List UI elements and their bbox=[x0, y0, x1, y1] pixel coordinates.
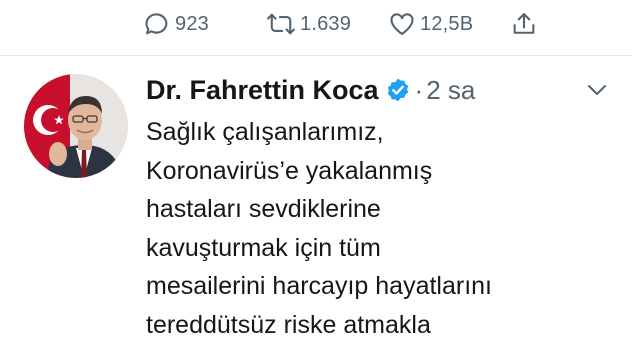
tweet-divider bbox=[0, 55, 632, 56]
like-count: 12,5B bbox=[420, 12, 474, 35]
chevron-down-icon bbox=[584, 85, 610, 104]
tweet-timestamp[interactable]: 2 sa bbox=[426, 75, 475, 106]
tweet-action-bar: 923 1.639 12,5B bbox=[0, 0, 632, 50]
avatar[interactable] bbox=[24, 74, 128, 178]
header-separator: · bbox=[414, 74, 424, 105]
tweet-text-line: Sağlık çalışanlarımız, bbox=[146, 118, 384, 146]
reply-button[interactable]: 923 bbox=[143, 8, 209, 40]
tweet-text: Sağlık çalışanlarımız, Koronavirüs’e yak… bbox=[146, 113, 626, 344]
tweet-menu-button[interactable] bbox=[584, 80, 610, 100]
like-button[interactable]: 12,5B bbox=[388, 8, 473, 40]
retweet-icon bbox=[266, 10, 296, 38]
retweet-button[interactable]: 1.639 bbox=[266, 8, 351, 40]
verified-badge-icon bbox=[385, 77, 411, 103]
author-name[interactable]: Dr. Fahrettin Koca bbox=[146, 75, 379, 106]
retweet-count: 1.639 bbox=[300, 12, 352, 35]
tweet-text-line: mesailerini harcayıp hayatlarını bbox=[146, 272, 492, 300]
tweet-header: Dr. Fahrettin Koca · 2 sa bbox=[146, 70, 475, 110]
tweet-text-line: tereddütsüz riske atmakla bbox=[146, 310, 431, 339]
share-button[interactable] bbox=[510, 8, 538, 40]
reply-icon bbox=[143, 10, 171, 38]
tweet-text-line: hastaları sevdiklerine bbox=[146, 195, 381, 223]
tweet-text-line: kavuşturmak için tüm bbox=[146, 233, 381, 262]
share-icon bbox=[510, 10, 538, 38]
tweet-text-line: Koronavirüs’e yakalanmış bbox=[146, 156, 433, 185]
heart-icon bbox=[388, 10, 416, 38]
reply-count: 923 bbox=[175, 12, 209, 35]
